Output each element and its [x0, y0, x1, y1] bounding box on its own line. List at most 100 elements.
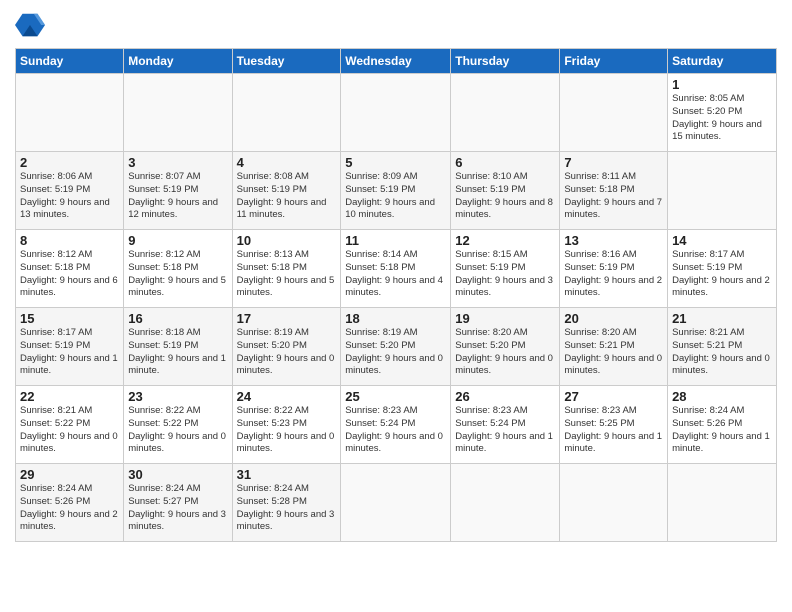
calendar-cell: 30Sunrise: 8:24 AMSunset: 5:27 PMDayligh… — [124, 464, 232, 542]
weekday-header-tuesday: Tuesday — [232, 49, 341, 74]
header — [15, 10, 777, 40]
logo-icon — [15, 10, 45, 40]
day-info: Sunrise: 8:19 AMSunset: 5:20 PMDaylight:… — [345, 327, 446, 378]
calendar: SundayMondayTuesdayWednesdayThursdayFrid… — [15, 48, 777, 542]
calendar-cell: 16Sunrise: 8:18 AMSunset: 5:19 PMDayligh… — [124, 308, 232, 386]
calendar-cell: 11Sunrise: 8:14 AMSunset: 5:18 PMDayligh… — [341, 230, 451, 308]
logo — [15, 10, 49, 40]
day-info: Sunrise: 8:15 AMSunset: 5:19 PMDaylight:… — [455, 249, 555, 300]
day-info: Sunrise: 8:21 AMSunset: 5:22 PMDaylight:… — [20, 405, 119, 456]
day-number: 20 — [564, 311, 663, 326]
calendar-cell — [232, 74, 341, 152]
day-number: 16 — [128, 311, 227, 326]
day-number: 3 — [128, 155, 227, 170]
day-info: Sunrise: 8:12 AMSunset: 5:18 PMDaylight:… — [128, 249, 227, 300]
day-info: Sunrise: 8:23 AMSunset: 5:25 PMDaylight:… — [564, 405, 663, 456]
day-number: 5 — [345, 155, 446, 170]
calendar-cell: 2Sunrise: 8:06 AMSunset: 5:19 PMDaylight… — [16, 152, 124, 230]
weekday-header-wednesday: Wednesday — [341, 49, 451, 74]
weekday-header-sunday: Sunday — [16, 49, 124, 74]
calendar-cell — [124, 74, 232, 152]
weekday-header-row: SundayMondayTuesdayWednesdayThursdayFrid… — [16, 49, 777, 74]
week-row-4: 22Sunrise: 8:21 AMSunset: 5:22 PMDayligh… — [16, 386, 777, 464]
day-number: 18 — [345, 311, 446, 326]
day-number: 4 — [237, 155, 337, 170]
calendar-cell — [668, 464, 777, 542]
week-row-2: 8Sunrise: 8:12 AMSunset: 5:18 PMDaylight… — [16, 230, 777, 308]
calendar-cell — [16, 74, 124, 152]
day-info: Sunrise: 8:10 AMSunset: 5:19 PMDaylight:… — [455, 171, 555, 222]
calendar-cell: 23Sunrise: 8:22 AMSunset: 5:22 PMDayligh… — [124, 386, 232, 464]
calendar-cell: 18Sunrise: 8:19 AMSunset: 5:20 PMDayligh… — [341, 308, 451, 386]
day-info: Sunrise: 8:05 AMSunset: 5:20 PMDaylight:… — [672, 93, 772, 144]
day-info: Sunrise: 8:21 AMSunset: 5:21 PMDaylight:… — [672, 327, 772, 378]
calendar-cell: 10Sunrise: 8:13 AMSunset: 5:18 PMDayligh… — [232, 230, 341, 308]
calendar-cell: 8Sunrise: 8:12 AMSunset: 5:18 PMDaylight… — [16, 230, 124, 308]
calendar-cell: 7Sunrise: 8:11 AMSunset: 5:18 PMDaylight… — [560, 152, 668, 230]
calendar-cell: 29Sunrise: 8:24 AMSunset: 5:26 PMDayligh… — [16, 464, 124, 542]
day-number: 25 — [345, 389, 446, 404]
day-number: 2 — [20, 155, 119, 170]
weekday-header-friday: Friday — [560, 49, 668, 74]
day-info: Sunrise: 8:22 AMSunset: 5:22 PMDaylight:… — [128, 405, 227, 456]
weekday-header-monday: Monday — [124, 49, 232, 74]
day-info: Sunrise: 8:13 AMSunset: 5:18 PMDaylight:… — [237, 249, 337, 300]
weekday-header-thursday: Thursday — [451, 49, 560, 74]
day-number: 6 — [455, 155, 555, 170]
week-row-1: 2Sunrise: 8:06 AMSunset: 5:19 PMDaylight… — [16, 152, 777, 230]
day-info: Sunrise: 8:09 AMSunset: 5:19 PMDaylight:… — [345, 171, 446, 222]
day-info: Sunrise: 8:16 AMSunset: 5:19 PMDaylight:… — [564, 249, 663, 300]
day-info: Sunrise: 8:17 AMSunset: 5:19 PMDaylight:… — [672, 249, 772, 300]
calendar-cell: 31Sunrise: 8:24 AMSunset: 5:28 PMDayligh… — [232, 464, 341, 542]
day-number: 22 — [20, 389, 119, 404]
calendar-cell: 9Sunrise: 8:12 AMSunset: 5:18 PMDaylight… — [124, 230, 232, 308]
day-number: 27 — [564, 389, 663, 404]
day-info: Sunrise: 8:17 AMSunset: 5:19 PMDaylight:… — [20, 327, 119, 378]
calendar-cell: 22Sunrise: 8:21 AMSunset: 5:22 PMDayligh… — [16, 386, 124, 464]
day-info: Sunrise: 8:12 AMSunset: 5:18 PMDaylight:… — [20, 249, 119, 300]
day-number: 19 — [455, 311, 555, 326]
calendar-cell — [341, 464, 451, 542]
day-number: 24 — [237, 389, 337, 404]
calendar-cell: 15Sunrise: 8:17 AMSunset: 5:19 PMDayligh… — [16, 308, 124, 386]
calendar-cell: 21Sunrise: 8:21 AMSunset: 5:21 PMDayligh… — [668, 308, 777, 386]
day-info: Sunrise: 8:23 AMSunset: 5:24 PMDaylight:… — [455, 405, 555, 456]
calendar-cell: 24Sunrise: 8:22 AMSunset: 5:23 PMDayligh… — [232, 386, 341, 464]
day-number: 17 — [237, 311, 337, 326]
calendar-cell — [560, 74, 668, 152]
day-info: Sunrise: 8:24 AMSunset: 5:27 PMDaylight:… — [128, 483, 227, 534]
calendar-cell: 3Sunrise: 8:07 AMSunset: 5:19 PMDaylight… — [124, 152, 232, 230]
day-number: 12 — [455, 233, 555, 248]
calendar-cell: 14Sunrise: 8:17 AMSunset: 5:19 PMDayligh… — [668, 230, 777, 308]
day-number: 29 — [20, 467, 119, 482]
day-info: Sunrise: 8:20 AMSunset: 5:21 PMDaylight:… — [564, 327, 663, 378]
calendar-cell — [560, 464, 668, 542]
day-number: 26 — [455, 389, 555, 404]
calendar-cell — [668, 152, 777, 230]
page: SundayMondayTuesdayWednesdayThursdayFrid… — [0, 0, 792, 552]
week-row-5: 29Sunrise: 8:24 AMSunset: 5:26 PMDayligh… — [16, 464, 777, 542]
calendar-cell: 25Sunrise: 8:23 AMSunset: 5:24 PMDayligh… — [341, 386, 451, 464]
day-info: Sunrise: 8:24 AMSunset: 5:28 PMDaylight:… — [237, 483, 337, 534]
calendar-cell: 17Sunrise: 8:19 AMSunset: 5:20 PMDayligh… — [232, 308, 341, 386]
calendar-cell: 4Sunrise: 8:08 AMSunset: 5:19 PMDaylight… — [232, 152, 341, 230]
day-number: 10 — [237, 233, 337, 248]
calendar-cell: 28Sunrise: 8:24 AMSunset: 5:26 PMDayligh… — [668, 386, 777, 464]
day-info: Sunrise: 8:19 AMSunset: 5:20 PMDaylight:… — [237, 327, 337, 378]
calendar-cell — [451, 74, 560, 152]
day-number: 31 — [237, 467, 337, 482]
calendar-cell: 12Sunrise: 8:15 AMSunset: 5:19 PMDayligh… — [451, 230, 560, 308]
day-number: 28 — [672, 389, 772, 404]
day-info: Sunrise: 8:18 AMSunset: 5:19 PMDaylight:… — [128, 327, 227, 378]
day-info: Sunrise: 8:24 AMSunset: 5:26 PMDaylight:… — [20, 483, 119, 534]
calendar-cell: 1Sunrise: 8:05 AMSunset: 5:20 PMDaylight… — [668, 74, 777, 152]
calendar-cell: 27Sunrise: 8:23 AMSunset: 5:25 PMDayligh… — [560, 386, 668, 464]
day-number: 8 — [20, 233, 119, 248]
calendar-cell — [341, 74, 451, 152]
day-info: Sunrise: 8:22 AMSunset: 5:23 PMDaylight:… — [237, 405, 337, 456]
day-info: Sunrise: 8:11 AMSunset: 5:18 PMDaylight:… — [564, 171, 663, 222]
calendar-cell: 5Sunrise: 8:09 AMSunset: 5:19 PMDaylight… — [341, 152, 451, 230]
week-row-0: 1Sunrise: 8:05 AMSunset: 5:20 PMDaylight… — [16, 74, 777, 152]
calendar-cell: 20Sunrise: 8:20 AMSunset: 5:21 PMDayligh… — [560, 308, 668, 386]
day-info: Sunrise: 8:24 AMSunset: 5:26 PMDaylight:… — [672, 405, 772, 456]
